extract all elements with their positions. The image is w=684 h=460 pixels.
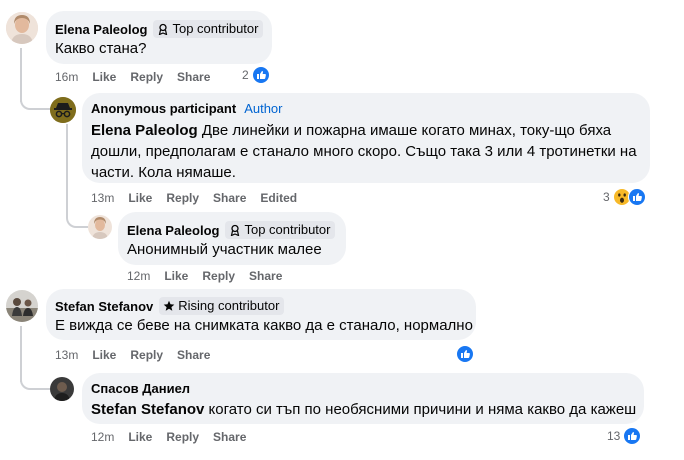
comment-actions: 13m Like Reply Share Edited [91,191,297,205]
reaction-count: 2 [242,68,249,82]
edited-label[interactable]: Edited [260,191,297,205]
reaction-summary[interactable] [456,345,474,363]
badge-label: Top contributor [172,21,259,36]
avatar[interactable] [50,97,76,123]
reply-button[interactable]: Reply [202,269,235,283]
badge-label: Rising contributor [178,298,280,313]
like-button[interactable]: Like [92,70,116,84]
comment-time[interactable]: 12m [127,269,150,283]
contributor-badge-icon [159,23,168,35]
reaction-summary[interactable]: 3 [603,188,646,206]
comment-text: Анонимный участник малее [127,241,322,258]
comment-author[interactable]: Stefan Stefanov [55,299,153,314]
comment-bubble: Спасов Даниел Stefan Stefanov когато си … [82,373,644,424]
contributor-badge-icon [231,224,240,236]
comment-text: Elena Paleolog Две линейки и пожарна има… [91,120,639,183]
share-button[interactable]: Share [213,191,246,205]
comment-bubble: Elena Paleolog Top contributor Анонимный… [118,212,346,265]
thread-line [66,124,68,218]
avatar[interactable] [6,12,38,44]
reply-button[interactable]: Reply [130,348,163,362]
comment-actions: 13m Like Reply Share [55,348,210,362]
comment-time[interactable]: 13m [55,348,78,362]
author-tag: Author [244,101,283,116]
comment-actions: 12m Like Reply Share [127,269,282,283]
like-reaction-icon [623,427,642,445]
reaction-count: 13 [607,429,621,443]
comment-time[interactable]: 13m [91,191,114,205]
thread-connector [20,90,50,110]
comment-bubble: Stefan Stefanov Rising contributor Е виж… [46,289,476,340]
like-reaction-icon [456,345,474,363]
comment-time[interactable]: 16m [55,70,78,84]
comment-author[interactable]: Спасов Даниел [91,381,190,396]
comment-text: Е вижда се беве на снимката какво да е с… [55,317,473,334]
avatar[interactable] [50,377,74,401]
thread-connector [20,372,50,390]
comment-author[interactable]: Elena Paleolog [127,223,219,238]
comment-author[interactable]: Anonymous participant [91,101,236,116]
comment-time[interactable]: 12m [91,430,114,444]
reply-button[interactable]: Reply [166,430,199,444]
share-button[interactable]: Share [177,348,210,362]
like-button[interactable]: Like [164,269,188,283]
reaction-summary[interactable]: 13 [607,427,642,445]
comment-author[interactable]: Elena Paleolog [55,22,147,37]
star-icon [163,300,175,311]
incognito-icon [50,97,76,123]
contributor-badge[interactable]: Top contributor [225,221,336,239]
reaction-count: 3 [603,190,610,204]
share-button[interactable]: Share [249,269,282,283]
comment-actions: 12m Like Reply Share [91,430,246,444]
share-button[interactable]: Share [213,430,246,444]
avatar[interactable] [88,215,112,239]
comment-actions: 16m Like Reply Share [55,70,210,84]
contributor-badge[interactable]: Top contributor [153,20,264,38]
like-reaction-icon [251,66,270,84]
mention-link[interactable]: Stefan Stefanov [91,401,204,418]
comment-text: Stefan Stefanov когато си тъп по необясн… [91,399,636,420]
reply-button[interactable]: Reply [130,70,163,84]
comment-body: когато си тъп по необясними причини и ня… [204,401,637,418]
like-button[interactable]: Like [92,348,116,362]
badge-label: Top contributor [244,222,331,237]
reaction-summary[interactable]: 2 [242,66,270,84]
contributor-badge[interactable]: Rising contributor [159,297,285,315]
reply-button[interactable]: Reply [166,191,199,205]
comment-bubble: Elena Paleolog Top contributor Какво ста… [46,11,272,64]
like-button[interactable]: Like [128,191,152,205]
share-button[interactable]: Share [177,70,210,84]
mention-link[interactable]: Elena Paleolog [91,122,198,139]
avatar[interactable] [6,290,38,322]
comment-text: Какво стана? [55,40,147,57]
like-button[interactable]: Like [128,430,152,444]
comment-bubble: Anonymous participant Author Elena Paleo… [82,93,650,183]
thread-connector [66,210,88,228]
like-reaction-icon [627,188,646,206]
